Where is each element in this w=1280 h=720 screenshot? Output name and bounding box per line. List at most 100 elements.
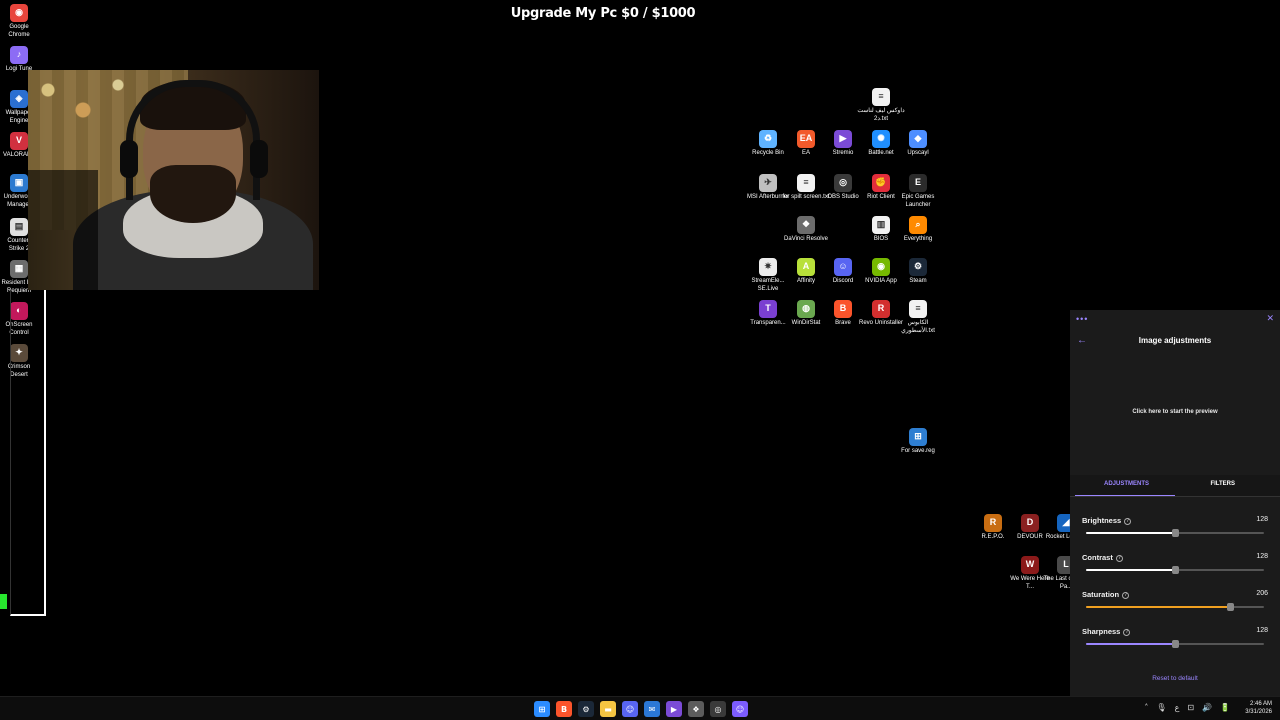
stream-title: Upgrade My Pc $0 / $1000: [510, 6, 696, 21]
more-options-icon[interactable]: •••: [1076, 314, 1088, 324]
help-icon[interactable]: ?: [1115, 555, 1123, 562]
reset-to-default-button[interactable]: Reset to default: [1070, 675, 1280, 682]
desktop-icon[interactable]: ≡ الكابوس الأسطوري.txt: [894, 300, 942, 335]
adjustment-tabs: ADJUSTMENTS FILTERS: [1070, 475, 1280, 497]
slider-saturation: Saturation? 206: [1082, 590, 1268, 620]
slider-value: 128: [1256, 516, 1268, 523]
desktop-icon-label: داوكس ليف لناست د2.txt: [857, 108, 905, 122]
slider-track[interactable]: [1086, 529, 1264, 537]
desktop-icon[interactable]: E Epic Games Launcher: [894, 174, 942, 209]
volume-icon[interactable]: 🔊: [1202, 703, 1212, 712]
clock[interactable]: 2:46 AM 3/31/2026: [1245, 700, 1272, 716]
davinci-taskbar-icon[interactable]: ❖: [688, 701, 704, 717]
slider-thumb[interactable]: [1172, 640, 1180, 648]
epic-games-icon: E: [909, 174, 927, 192]
taskbar-apps: ⊞ B ⚙ ▬ ☺ ✉ ▶ ❖ ◎ ☺: [534, 701, 748, 717]
desktop-icon-label: الكابوس الأسطوري.txt: [901, 320, 935, 334]
slider-thumb[interactable]: [1172, 566, 1180, 574]
clock-time: 2:46 AM: [1249, 701, 1272, 707]
slider-track[interactable]: [1086, 603, 1264, 611]
battery-icon[interactable]: 🔋: [1220, 703, 1230, 712]
desktop-icon-label: Google Chrome: [8, 24, 30, 38]
green-indicator: [0, 594, 7, 609]
headset-right-cup: [250, 140, 268, 178]
game-icon: ▣: [10, 174, 28, 192]
start-preview-button[interactable]: Click here to start the preview: [1070, 409, 1280, 415]
panel-title: Image adjustments: [1138, 336, 1212, 345]
slider-track[interactable]: [1086, 566, 1264, 574]
file-explorer-icon[interactable]: ▬: [600, 701, 616, 717]
preview-area[interactable]: [1070, 355, 1280, 485]
show-hidden-icons-icon[interactable]: ˄: [1144, 703, 1148, 712]
text-file-icon: ≡: [872, 88, 890, 106]
slider-track[interactable]: [1086, 640, 1264, 648]
msi-afterburner-icon: ✈: [759, 174, 777, 192]
help-icon[interactable]: ?: [1122, 592, 1130, 599]
desktop-icon[interactable]: ❖ DaVinci Resolve: [782, 216, 830, 244]
slider-thumb[interactable]: [1172, 529, 1180, 537]
desktop-icon-label: DaVinci Resolve: [784, 236, 828, 242]
windirstat-icon: ◍: [797, 300, 815, 318]
discord-taskbar-icon[interactable]: ☺: [622, 701, 638, 717]
steam-taskbar-icon[interactable]: ⚙: [578, 701, 594, 717]
bios-icon: ▥: [872, 216, 890, 234]
upscayl-icon: ◆: [909, 130, 927, 148]
help-icon[interactable]: ?: [1123, 629, 1131, 636]
discord-ptb-taskbar-icon[interactable]: ☺: [732, 701, 748, 717]
system-tray: ˄ 🎙 ع ⊡ 🔊 🔋: [1144, 703, 1230, 712]
slider-thumb[interactable]: [1226, 603, 1234, 611]
wallpaper-engine-icon: ◈: [10, 90, 28, 108]
desktop-icon[interactable]: ≡ داوكس ليف لناست د2.txt: [857, 88, 905, 123]
repo-icon: R: [984, 514, 1002, 532]
text-file-icon: ≡: [909, 300, 927, 318]
streamelements-icon: ✷: [759, 258, 777, 276]
brave-icon: B: [834, 300, 852, 318]
slider-label: Sharpness?: [1082, 627, 1131, 636]
slider-fill: [1086, 606, 1230, 608]
brave-taskbar-icon[interactable]: B: [556, 701, 572, 717]
desktop-icon-label: Steam: [909, 278, 927, 284]
desktop-icon-label: Epic Games Launcher: [901, 194, 935, 208]
devour-icon: D: [1021, 514, 1039, 532]
slider-label: Saturation?: [1082, 590, 1130, 599]
tab-adjustments[interactable]: ADJUSTMENTS: [1104, 481, 1149, 487]
slider-value: 128: [1256, 553, 1268, 560]
image-adjustments-panel: ••• ✕ ← Image adjustments Click here to …: [1070, 310, 1280, 696]
slider-value: 128: [1256, 627, 1268, 634]
slider-label: Contrast?: [1082, 553, 1123, 562]
obs-taskbar-icon[interactable]: ◎: [710, 701, 726, 717]
frame-outline: [10, 290, 46, 616]
tab-filters[interactable]: FILTERS: [1210, 481, 1235, 487]
slider-fill: [1086, 643, 1176, 645]
help-icon[interactable]: ?: [1124, 518, 1132, 525]
network-icon[interactable]: ⊡: [1187, 703, 1194, 712]
language-indicator[interactable]: ع: [1175, 703, 1180, 712]
davinci-icon: ❖: [797, 216, 815, 234]
everything-icon: ⌕: [909, 216, 927, 234]
ea-icon: EA: [797, 130, 815, 148]
slider-fill: [1086, 569, 1176, 571]
revo-icon: R: [872, 300, 890, 318]
webcam-overlay: [28, 70, 319, 290]
registry-icon: ⊞: [909, 428, 927, 446]
recycle-bin-icon: ♻: [759, 130, 777, 148]
desktop-icon-left[interactable]: ◉ Google Chrome: [0, 4, 38, 39]
desktop-icon[interactable]: ⊞ For save.reg: [894, 428, 942, 456]
tabs-divider: [1070, 496, 1280, 497]
desktop-icon-label: Everything: [903, 236, 933, 242]
windows-start-icon[interactable]: ⊞: [534, 701, 550, 717]
desktop-icon-label: Upscayl: [907, 150, 929, 156]
clock-date: 3/31/2026: [1245, 709, 1272, 715]
battlenet-icon: ✺: [872, 130, 890, 148]
nvidia-icon: ◉: [872, 258, 890, 276]
obs-icon: ◎: [834, 174, 852, 192]
stremio-taskbar-icon[interactable]: ▶: [666, 701, 682, 717]
steam-icon: ⚙: [909, 258, 927, 276]
desktop-icon[interactable]: ⚙ Steam: [894, 258, 942, 286]
desktop-icon[interactable]: ◆ Upscayl: [894, 130, 942, 158]
desktop-icon[interactable]: ⌕ Everything: [894, 216, 942, 244]
close-icon[interactable]: ✕: [1266, 313, 1274, 324]
mail-taskbar-icon[interactable]: ✉: [644, 701, 660, 717]
microphone-icon[interactable]: 🎙: [1156, 703, 1166, 712]
text-file-icon: ≡: [797, 174, 815, 192]
